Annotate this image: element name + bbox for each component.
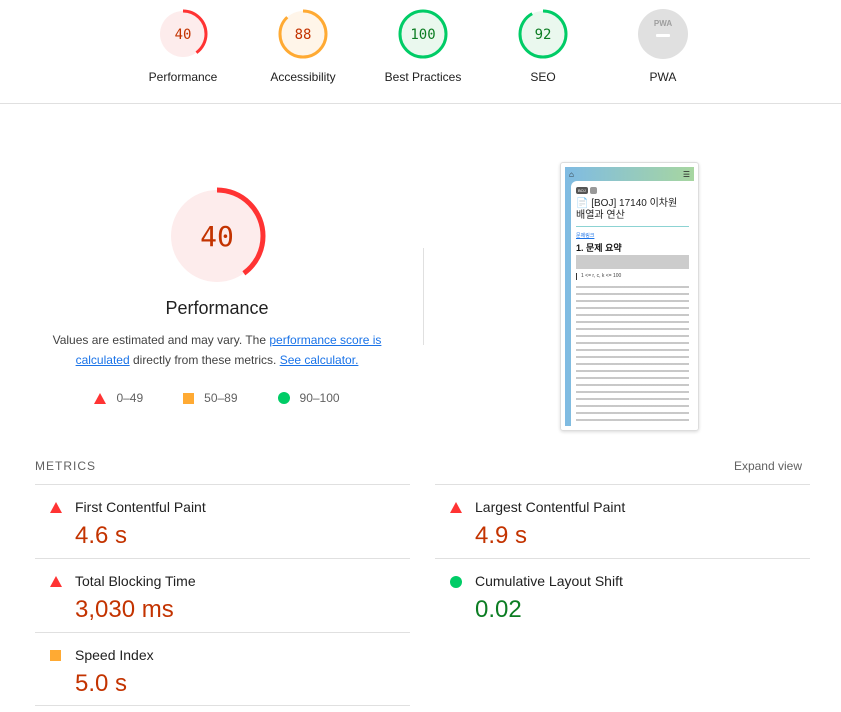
triangle-fail-icon — [450, 502, 462, 513]
gauge-performance[interactable]: 40 Performance — [133, 8, 233, 84]
square-average-icon — [183, 392, 195, 404]
gauge-label: SEO — [530, 70, 556, 84]
score-legend: 0–49 50–89 90–100 — [0, 391, 434, 405]
triangle-fail-icon — [50, 576, 62, 587]
category-gauges: 40 Performance 88 Accessibility 100 Best Pr… — [0, 0, 841, 104]
metric-speed-index: Speed Index 5.0 s — [35, 632, 410, 706]
gauge-score: 92 — [535, 27, 552, 43]
gauge-best-practices[interactable]: 100 Best Practices — [373, 8, 473, 84]
gauge-label: Accessibility — [270, 70, 336, 84]
triangle-fail-icon — [94, 392, 107, 404]
score-description: Values are estimated and may vary. The p… — [52, 333, 382, 367]
gauge-score: 88 — [295, 27, 312, 43]
gauge-label: Performance — [148, 70, 218, 84]
metric-lcp: Largest Contentful Paint 4.9 s — [435, 484, 810, 558]
gauge-seo[interactable]: 92 SEO — [493, 8, 593, 84]
main-score: 40 — [200, 220, 234, 253]
gauge-score: 100 — [410, 27, 435, 43]
metrics-header: METRICS — [35, 459, 96, 473]
pwa-badge-icon: PWA — [638, 9, 688, 59]
gauge-ring: 100 — [398, 9, 448, 59]
gauge-ring: 40 — [168, 187, 266, 285]
square-average-icon — [50, 650, 61, 661]
svg-text:PWA: PWA — [654, 19, 672, 28]
gauge-score: 40 — [175, 27, 192, 43]
main-title: Performance — [165, 298, 269, 318]
final-screenshot[interactable]: ⌂ ☰ BOJ 📄 [BOJ] 17140 이차원 배열과 연산 문제링크 1. … — [560, 162, 699, 431]
metric-cls: Cumulative Layout Shift 0.02 — [435, 558, 810, 632]
metric-tbt: Total Blocking Time 3,030 ms — [35, 558, 410, 632]
divider — [423, 248, 424, 345]
gauge-accessibility[interactable]: 88 Accessibility — [253, 8, 353, 84]
metric-fcp: First Contentful Paint 4.6 s — [35, 484, 410, 558]
gauge-ring: 88 — [278, 9, 328, 59]
triangle-fail-icon — [50, 502, 62, 513]
gauge-pwa[interactable]: PWA PWA — [613, 8, 713, 84]
see-calculator-link[interactable]: See calculator. — [280, 353, 359, 367]
menu-icon: ☰ — [682, 169, 690, 179]
performance-main-gauge: 40 Performance — [0, 186, 434, 319]
circle-pass-icon — [450, 576, 462, 588]
gauge-ring: 40 — [158, 9, 208, 59]
expand-view-toggle[interactable]: Expand view — [734, 459, 802, 473]
gauge-label: PWA — [649, 70, 677, 84]
gauge-ring: 92 — [518, 9, 568, 59]
gauge-label: Best Practices — [384, 70, 462, 84]
home-icon: ⌂ — [569, 169, 574, 179]
circle-pass-icon — [277, 392, 290, 404]
